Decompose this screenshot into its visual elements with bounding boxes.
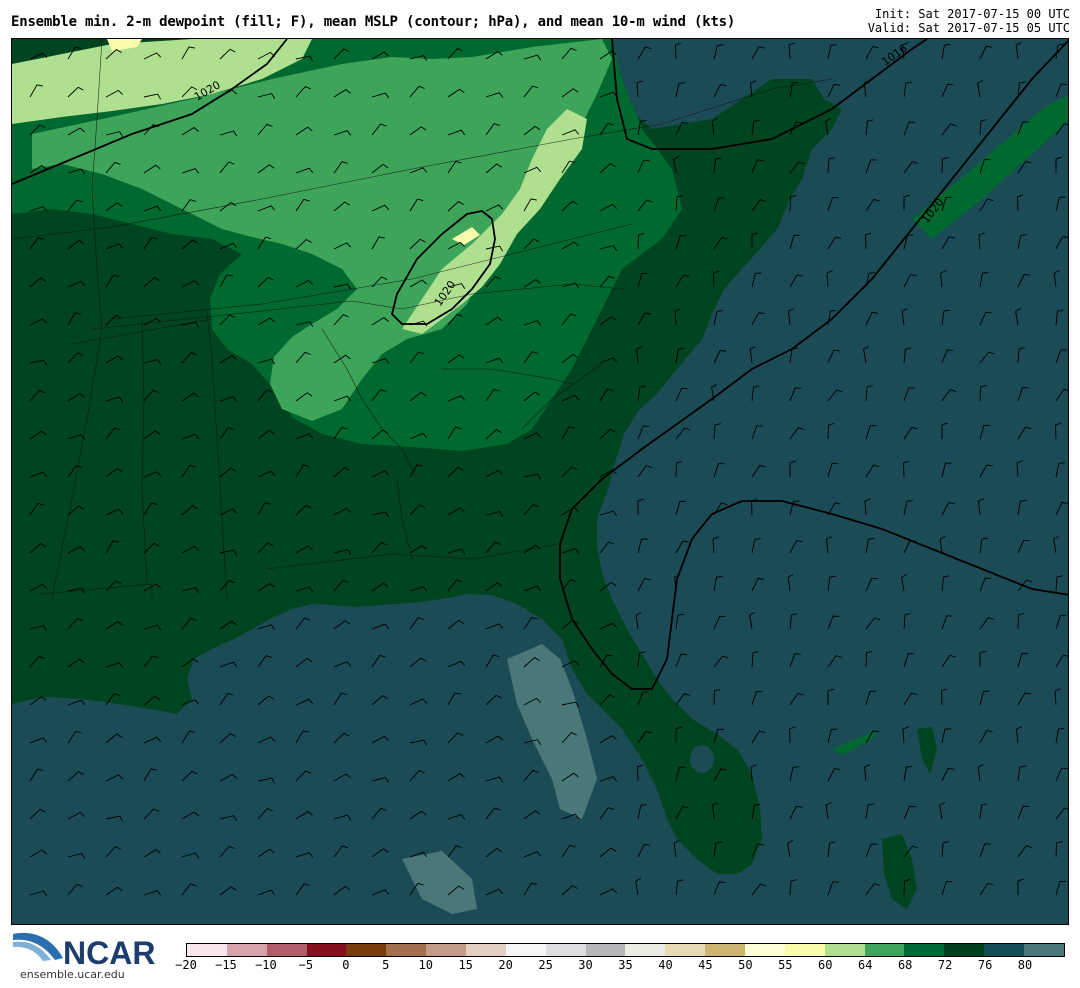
colorbar-swatch: [187, 944, 227, 956]
colorbar-ticks: −20 −15 −10 −5 0 5 10 15 20 25 30 35 40 45 50 55 60 64 68 7…: [0, 958, 1080, 974]
colorbar-tick-label: −20: [175, 958, 197, 972]
colorbar-tick-label: 50: [738, 958, 753, 972]
colorbar-tick-label: 45: [698, 958, 713, 972]
colorbar-swatch: [505, 944, 546, 956]
colorbar-tick-label: 15: [458, 958, 473, 972]
dewpoint-map: 1020 1020 1020 1016: [11, 38, 1069, 925]
colorbar-swatch: [346, 944, 387, 956]
colorbar-tick-label: 64: [857, 958, 873, 972]
colorbar-swatch: [226, 944, 267, 956]
colorbar-swatch: [705, 944, 746, 956]
colorbar-tick-label: 25: [538, 958, 553, 972]
colorbar-tick-label: 60: [818, 958, 833, 972]
colorbar-tick-label: 40: [658, 958, 673, 972]
colorbar-tick-label: −15: [215, 958, 237, 972]
colorbar-swatch: [745, 944, 785, 956]
colorbar-swatch: [864, 944, 905, 956]
colorbar-tick-label: 72: [937, 958, 953, 972]
colorbar-tick-label: 68: [897, 958, 913, 972]
colorbar-tick-label: 5: [382, 958, 390, 972]
colorbar-swatch: [904, 944, 945, 956]
colorbar-swatch: [984, 944, 1025, 956]
colorbar-swatch: [585, 944, 626, 956]
colorbar-swatch: [665, 944, 706, 956]
colorbar-swatch: [1024, 944, 1064, 956]
colorbar-tick-label: 20: [498, 958, 513, 972]
colorbar-tick-label: 35: [618, 958, 633, 972]
colorbar-swatch: [545, 944, 586, 956]
island-keys: [690, 745, 714, 773]
colorbar-swatch: [426, 944, 467, 956]
colorbar-swatch: [306, 944, 347, 956]
chart-title: Ensemble min. 2-m dewpoint (fill; F), me…: [11, 14, 736, 30]
colorbar-tick-label: 0: [342, 958, 350, 972]
colorbar: [186, 943, 1065, 957]
colorbar-tick-label: 10: [418, 958, 433, 972]
colorbar-swatch: [944, 944, 985, 956]
colorbar-swatch: [625, 944, 666, 956]
colorbar-swatch: [784, 944, 825, 956]
colorbar-swatch: [466, 944, 506, 956]
colorbar-tick-label: 80: [1017, 958, 1033, 972]
colorbar-tick-label: −10: [255, 958, 277, 972]
colorbar-tick-label: 76: [977, 958, 993, 972]
run-info: Init: Sat 2017-07-15 00 UTC Valid: Sat 2…: [868, 7, 1070, 35]
colorbar-swatch: [824, 944, 865, 956]
colorbar-swatch: [266, 944, 307, 956]
colorbar-tick-label: 30: [578, 958, 593, 972]
colorbar-tick-label: 55: [778, 958, 793, 972]
colorbar-tick-label: −5: [298, 958, 314, 972]
colorbar-swatch: [386, 944, 427, 956]
valid-time: Valid: Sat 2017-07-15 05 UTC: [867, 21, 1070, 35]
init-time: Init: Sat 2017-07-15 00 UTC: [874, 7, 1070, 21]
